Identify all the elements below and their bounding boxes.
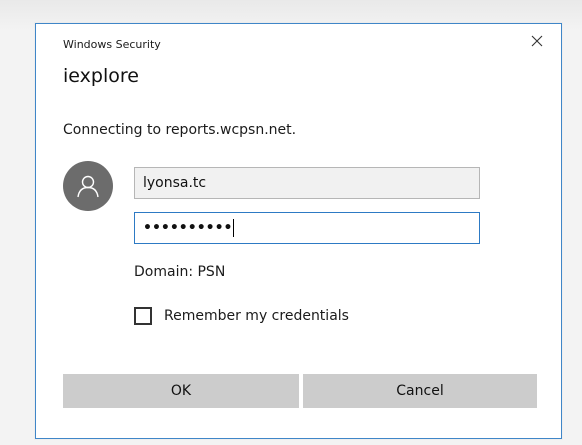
credentials-dialog: Windows Security iexplore Connecting to … — [35, 23, 562, 439]
connection-message: Connecting to reports.wcpsn.net. — [63, 122, 297, 138]
username-value: lyonsa.tc — [143, 175, 207, 191]
username-field[interactable]: lyonsa.tc — [134, 167, 480, 199]
password-value: •••••••••• — [143, 220, 233, 236]
ok-button[interactable]: OK — [63, 374, 299, 408]
dialog-caption: Windows Security — [63, 38, 161, 51]
app-title: iexplore — [63, 65, 139, 87]
remember-checkbox[interactable] — [134, 307, 152, 325]
domain-label: Domain: PSN — [134, 264, 226, 280]
close-icon — [531, 35, 543, 47]
user-icon — [77, 175, 99, 198]
close-button[interactable] — [527, 31, 547, 51]
desktop-background: Windows Security iexplore Connecting to … — [0, 0, 582, 445]
remember-label: Remember my credentials — [164, 308, 349, 324]
remember-credentials[interactable]: Remember my credentials — [134, 307, 349, 325]
avatar — [63, 161, 113, 211]
text-caret — [233, 219, 235, 237]
cancel-button[interactable]: Cancel — [303, 374, 537, 408]
password-field[interactable]: •••••••••• — [134, 212, 480, 244]
